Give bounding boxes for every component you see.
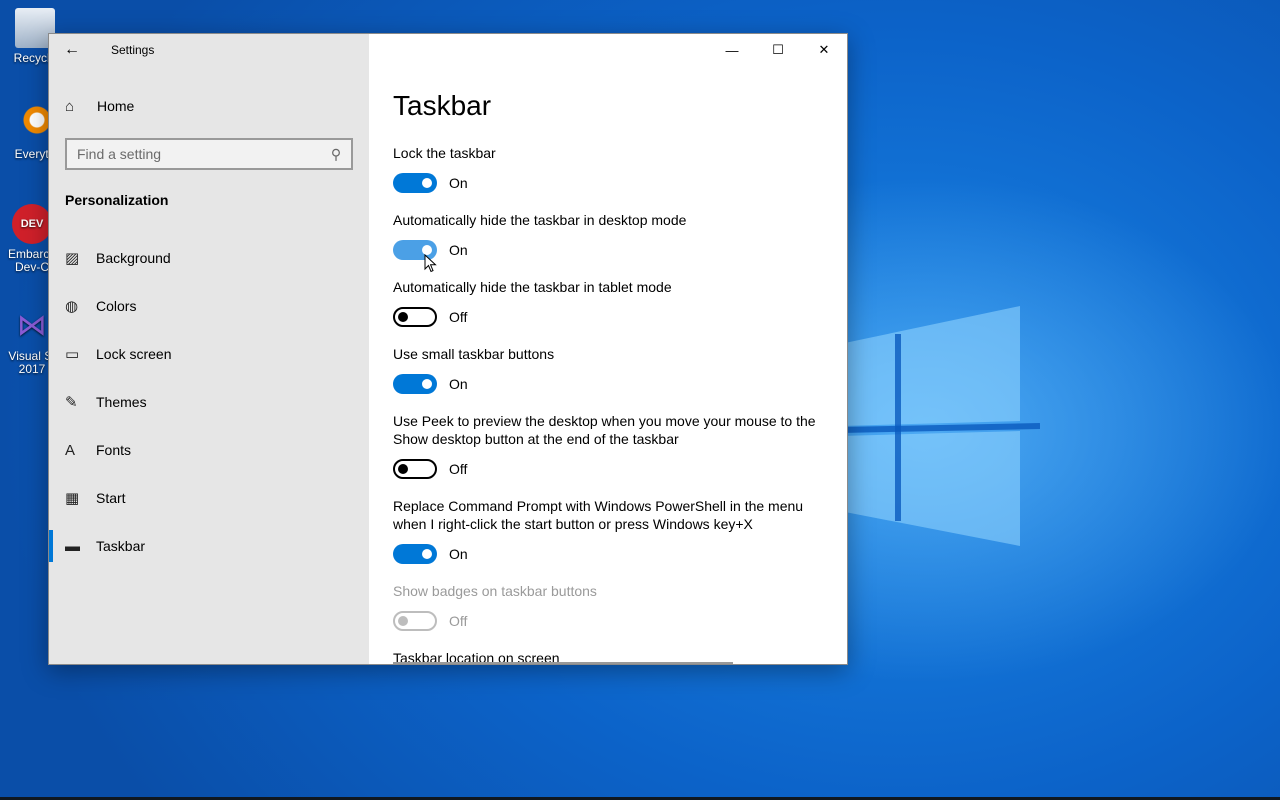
setting-peek: Use Peek to preview the desktop when you…	[393, 412, 823, 480]
maximize-button[interactable]: ☐	[755, 34, 801, 66]
minimize-icon: —	[725, 42, 739, 58]
setting-label: Show badges on taskbar buttons	[393, 583, 597, 599]
toggle-state: Off	[449, 613, 468, 629]
toggle-state: On	[449, 242, 468, 258]
fonts-icon: A	[65, 441, 76, 459]
toggle-autohide-tablet[interactable]	[393, 307, 437, 327]
sidebar-item-label: Start	[96, 490, 126, 506]
toggle-lock-taskbar[interactable]	[393, 173, 437, 193]
taskbar-location-dropdown[interactable]	[393, 662, 733, 664]
setting-label: Automatically hide the taskbar in tablet…	[393, 279, 672, 295]
content-pane: — ☐ ✕ Taskbar Lock the taskbar On Automa…	[369, 34, 847, 664]
setting-label: Replace Command Prompt with Windows Powe…	[393, 498, 804, 532]
sidebar-item-lock-screen[interactable]: ▭ Lock screen	[49, 330, 369, 378]
toggle-state: On	[449, 175, 468, 191]
sidebar-item-label: Background	[96, 250, 171, 266]
toggle-badges	[393, 611, 437, 631]
sidebar: ← Settings ⌂ Home ⚲ Personalization ▨ Ba…	[49, 34, 369, 664]
sidebar-item-start[interactable]: ▦ Start	[49, 474, 369, 522]
maximize-icon: ☐	[772, 42, 784, 57]
search-input[interactable]	[67, 140, 321, 168]
page-title: Taskbar	[393, 90, 492, 121]
setting-powershell: Replace Command Prompt with Windows Powe…	[393, 497, 823, 565]
mouse-cursor-icon	[424, 254, 437, 273]
sidebar-item-background[interactable]: ▨ Background	[49, 234, 369, 282]
toggle-state: On	[449, 376, 468, 392]
themes-icon: ✎	[65, 394, 78, 411]
setting-label: Use small taskbar buttons	[393, 346, 555, 362]
window-controls: — ☐ ✕	[709, 34, 847, 66]
sidebar-item-taskbar[interactable]: ▬ Taskbar	[49, 522, 369, 570]
setting-label: Automatically hide the taskbar in deskto…	[393, 212, 687, 228]
back-button[interactable]: ←	[49, 34, 95, 66]
toggle-knob	[422, 178, 432, 188]
sidebar-item-themes[interactable]: ✎ Themes	[49, 378, 369, 426]
toggle-peek[interactable]	[393, 459, 437, 479]
setting-lock-taskbar: Lock the taskbar On	[393, 144, 823, 194]
setting-label: Use Peek to preview the desktop when you…	[393, 413, 816, 447]
toggle-knob	[398, 312, 408, 322]
toggle-state: Off	[449, 309, 468, 325]
minimize-button[interactable]: —	[709, 34, 755, 66]
palette-icon: ◍	[65, 298, 79, 315]
setting-autohide-tablet: Automatically hide the taskbar in tablet…	[393, 278, 823, 328]
sidebar-item-colors[interactable]: ◍ Colors	[49, 282, 369, 330]
sidebar-item-label: Themes	[96, 394, 147, 410]
setting-autohide-desktop: Automatically hide the taskbar in deskto…	[393, 211, 823, 261]
app-title: Settings	[111, 43, 155, 57]
toggle-knob	[398, 616, 408, 626]
toggle-state: Off	[449, 461, 468, 477]
sidebar-item-fonts[interactable]: A Fonts	[49, 426, 369, 474]
toggle-powershell[interactable]	[393, 544, 437, 564]
settings-list: Lock the taskbar On Automatically hide t…	[393, 144, 823, 664]
windows-logo-wallpaper	[840, 306, 1040, 546]
sidebar-item-label: Taskbar	[96, 538, 146, 554]
picture-icon: ▨	[65, 250, 80, 267]
setting-badges: Show badges on taskbar buttons Off	[393, 582, 823, 632]
sidebar-item-label: Lock screen	[96, 346, 172, 362]
nav-home-label: Home	[97, 98, 135, 114]
toggle-knob	[422, 549, 432, 559]
close-icon: ✕	[818, 42, 830, 57]
visual-studio-icon: ⋈	[17, 309, 47, 342]
settings-window: ← Settings ⌂ Home ⚲ Personalization ▨ Ba…	[48, 33, 848, 665]
toggle-state: On	[449, 546, 468, 562]
sidebar-item-label: Fonts	[96, 442, 132, 458]
setting-label: Lock the taskbar	[393, 145, 496, 161]
nav-list: ▨ Background ◍ Colors ▭ Lock screen ✎ Th…	[49, 234, 369, 570]
lock-screen-icon: ▭	[65, 346, 80, 363]
home-icon: ⌂	[65, 97, 75, 115]
taskbar-icon: ▬	[65, 537, 80, 555]
search-icon[interactable]: ⚲	[321, 146, 351, 163]
close-button[interactable]: ✕	[801, 34, 847, 66]
titlebar: ← Settings	[49, 34, 369, 66]
toggle-knob	[422, 379, 432, 389]
devcpp-icon: DEV	[12, 204, 52, 244]
setting-small-buttons: Use small taskbar buttons On	[393, 345, 823, 395]
toggle-knob	[398, 464, 408, 474]
nav-home[interactable]: ⌂ Home	[49, 86, 369, 126]
back-arrow-icon: ←	[64, 41, 80, 58]
search-box: ⚲	[65, 138, 353, 170]
start-icon: ▦	[65, 490, 80, 507]
toggle-small-buttons[interactable]	[393, 374, 437, 394]
sidebar-item-label: Colors	[96, 298, 137, 314]
section-heading: Personalization	[65, 192, 169, 208]
